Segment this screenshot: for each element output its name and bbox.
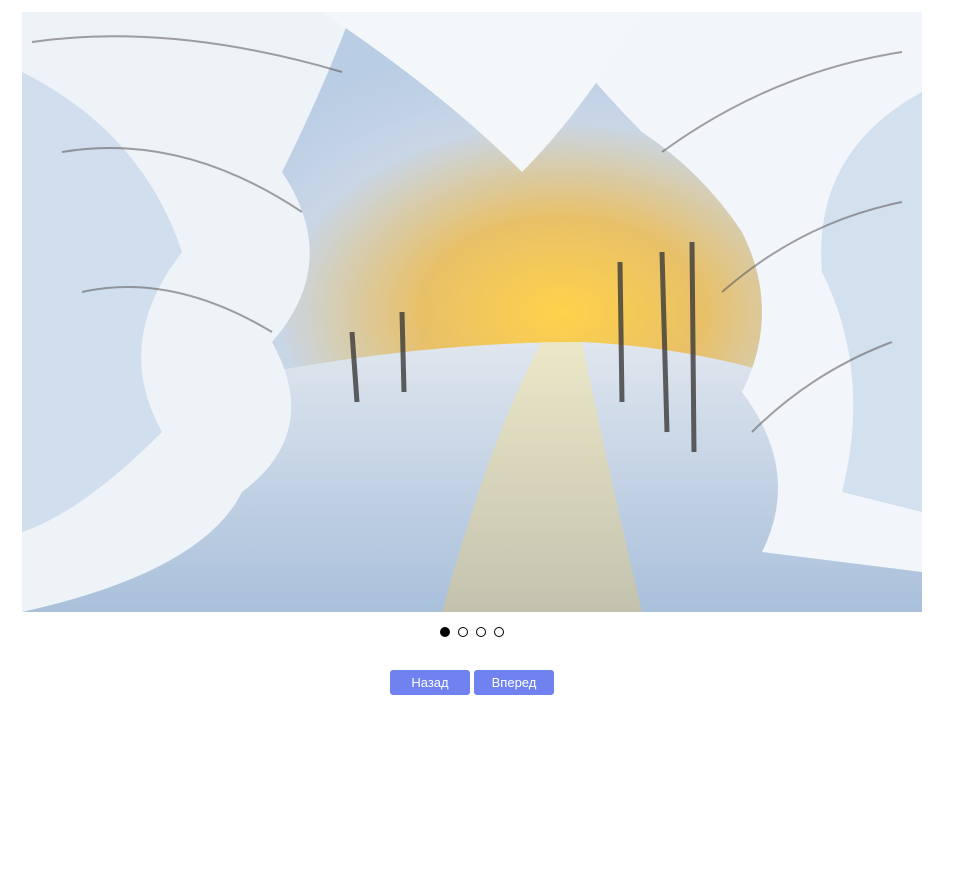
slide-indicators	[0, 627, 944, 637]
slide-image	[22, 12, 922, 612]
snowy-forest-photo	[22, 12, 922, 612]
slide-dot-4[interactable]	[494, 627, 504, 637]
slide-dot-3[interactable]	[476, 627, 486, 637]
slider-controls: Назад Вперед	[390, 670, 554, 695]
prev-button[interactable]: Назад	[390, 670, 470, 695]
slide-dot-1[interactable]	[440, 627, 450, 637]
slide-dot-2[interactable]	[458, 627, 468, 637]
page: Назад Вперед	[0, 0, 962, 876]
next-button[interactable]: Вперед	[474, 670, 554, 695]
